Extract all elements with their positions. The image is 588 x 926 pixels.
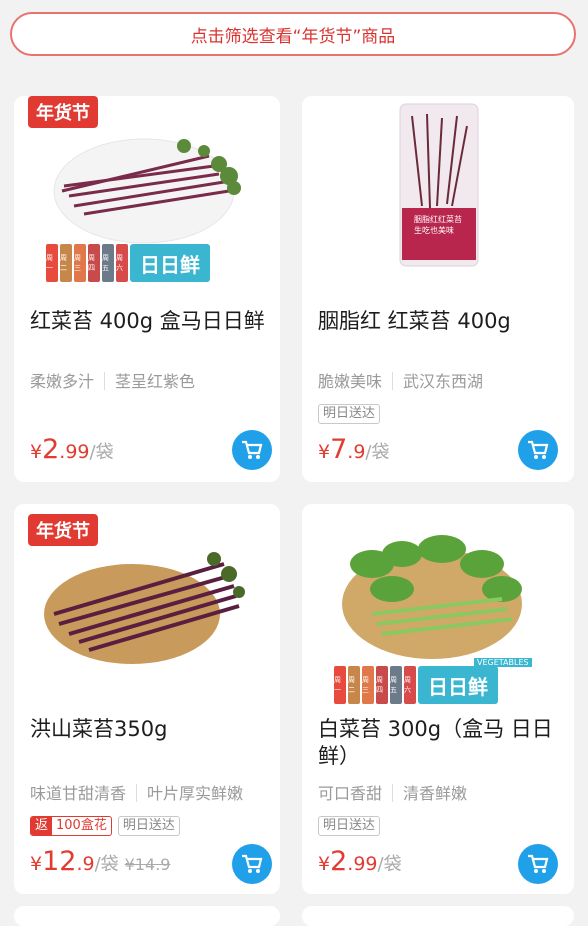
cart-icon (242, 440, 263, 459)
price-decimal: .99 (347, 853, 378, 875)
price-integer: 12 (42, 846, 77, 877)
strip-day: 周四 (88, 244, 100, 282)
strip-day: 周二 (60, 244, 72, 282)
strip-brand: 日日鲜 (418, 666, 498, 704)
product-card-3[interactable]: 年货节 洪山菜苔350g 味道甘甜清香 叶片厚实鲜嫩 返 100盒花 明日送达 ¥1… (14, 504, 280, 894)
product-card-2[interactable]: 胭脂红红菜苔 生吃也美味 胭脂红 红菜苔 400g 脆嫩美味 武汉东西湖 明日送达… (302, 96, 574, 482)
price-decimal: .99 (59, 441, 90, 463)
price-integer: 7 (330, 434, 348, 465)
tag: 可口香甜 (318, 784, 383, 803)
product-title[interactable]: 胭脂红 红菜苔 400g (318, 308, 568, 335)
product-price: ¥2.99/袋 (318, 846, 402, 877)
strip-day: 周五 (390, 666, 402, 704)
product-card-4[interactable]: VEGETABLES 周一 周二 周三 周四 周五 周六 日日鲜 白菜苔 300… (302, 504, 574, 894)
price-decimal: .9 (76, 853, 95, 875)
tag-divider (104, 372, 106, 390)
price-currency: ¥ (318, 853, 331, 875)
strip-day: 周五 (102, 244, 114, 282)
product-price: ¥12.9/袋 ¥14.9 (30, 846, 170, 877)
strip-day: 周一 (334, 666, 346, 704)
add-to-cart-button[interactable] (518, 844, 558, 884)
strip-day: 周三 (362, 666, 374, 704)
tag: 味道甘甜清香 (30, 784, 127, 803)
nianhuojie-badge: 年货节 (28, 514, 98, 546)
filter-label: 点击筛选查看“年货节”商品 (190, 26, 396, 47)
strip-day: 周六 (116, 244, 128, 282)
product-tags: 柔嫩多汁 茎呈红紫色 (30, 368, 195, 392)
price-unit: /袋 (365, 442, 390, 463)
price-unit: /袋 (94, 854, 119, 875)
tag: 清香鲜嫩 (403, 784, 468, 803)
product-tags: 脆嫩美味 武汉东西湖 (318, 368, 483, 392)
product-price: ¥2.99/袋 (30, 434, 114, 465)
pill-row: 明日送达 (318, 404, 381, 424)
strip-day: 周三 (74, 244, 86, 282)
price-integer: 2 (42, 434, 60, 465)
price-decimal: .9 (347, 441, 366, 463)
price-currency: ¥ (30, 853, 43, 875)
product-card-partial[interactable] (14, 906, 280, 926)
product-price: ¥7.9/袋 (318, 434, 390, 465)
delivery-pill: 明日送达 (117, 816, 180, 836)
product-image[interactable]: VEGETABLES 周一 周二 周三 周四 周五 周六 日日鲜 (302, 504, 574, 714)
tag: 武汉东西湖 (403, 372, 484, 391)
tag: 柔嫩多汁 (30, 372, 95, 391)
product-title[interactable]: 洪山菜苔350g (30, 716, 270, 743)
rebate-pill: 返 100盒花 (30, 816, 112, 836)
cart-icon (528, 854, 549, 873)
cart-icon (242, 854, 263, 873)
price-integer: 2 (330, 846, 348, 877)
tag: 叶片厚实鲜嫩 (147, 784, 244, 803)
strip-day: 周四 (376, 666, 388, 704)
tag-divider (136, 784, 138, 802)
strip-day: 周二 (348, 666, 360, 704)
original-price: ¥14.9 (124, 855, 171, 874)
product-card-partial[interactable] (302, 906, 574, 926)
price-unit: /袋 (377, 854, 402, 875)
filter-bar[interactable]: 点击筛选查看“年货节”商品 (10, 12, 576, 56)
tag: 脆嫩美味 (318, 372, 383, 391)
rixian-strip: 周一 周二 周三 周四 周五 周六 日日鲜 (46, 244, 210, 282)
package-label-line: 胭脂红红菜苔 (414, 215, 462, 224)
nianhuojie-badge: 年货节 (28, 96, 98, 128)
price-unit: /袋 (89, 442, 114, 463)
pill-row: 明日送达 (318, 816, 381, 836)
add-to-cart-button[interactable] (232, 430, 272, 470)
strip-brand: 日日鲜 (130, 244, 210, 282)
strip-day: 周六 (404, 666, 416, 704)
cart-icon (528, 440, 549, 459)
tag-divider (392, 784, 394, 802)
add-to-cart-button[interactable] (232, 844, 272, 884)
rebate-value: 100盒花 (56, 818, 107, 833)
tag: 茎呈红紫色 (115, 372, 196, 391)
product-tags: 可口香甜 清香鲜嫩 (318, 780, 467, 804)
price-currency: ¥ (318, 441, 331, 463)
pill-row: 返 100盒花 明日送达 (30, 816, 180, 836)
add-to-cart-button[interactable] (518, 430, 558, 470)
product-tags: 味道甘甜清香 叶片厚实鲜嫩 (30, 780, 243, 804)
price-currency: ¥ (30, 441, 43, 463)
product-card-1[interactable]: 周一 周二 周三 周四 周五 周六 日日鲜 年货节 红菜苔 400g 盒马日日鲜… (14, 96, 280, 482)
product-image[interactable]: 胭脂红红菜苔 生吃也美味 (302, 96, 574, 306)
product-title[interactable]: 红菜苔 400g 盒马日日鲜 (30, 308, 270, 335)
tag-divider (392, 372, 394, 390)
package-label-line: 生吃也美味 (414, 226, 454, 235)
rebate-label: 返 (31, 817, 53, 835)
rixian-strip: 周一 周二 周三 周四 周五 周六 日日鲜 (334, 666, 498, 704)
product-title[interactable]: 白菜苔 300g（盒马 日日鲜） (318, 716, 568, 770)
delivery-pill: 明日送达 (318, 404, 381, 424)
strip-day: 周一 (46, 244, 58, 282)
delivery-pill: 明日送达 (318, 816, 381, 836)
package-label: 胭脂红红菜苔 生吃也美味 (414, 214, 462, 236)
